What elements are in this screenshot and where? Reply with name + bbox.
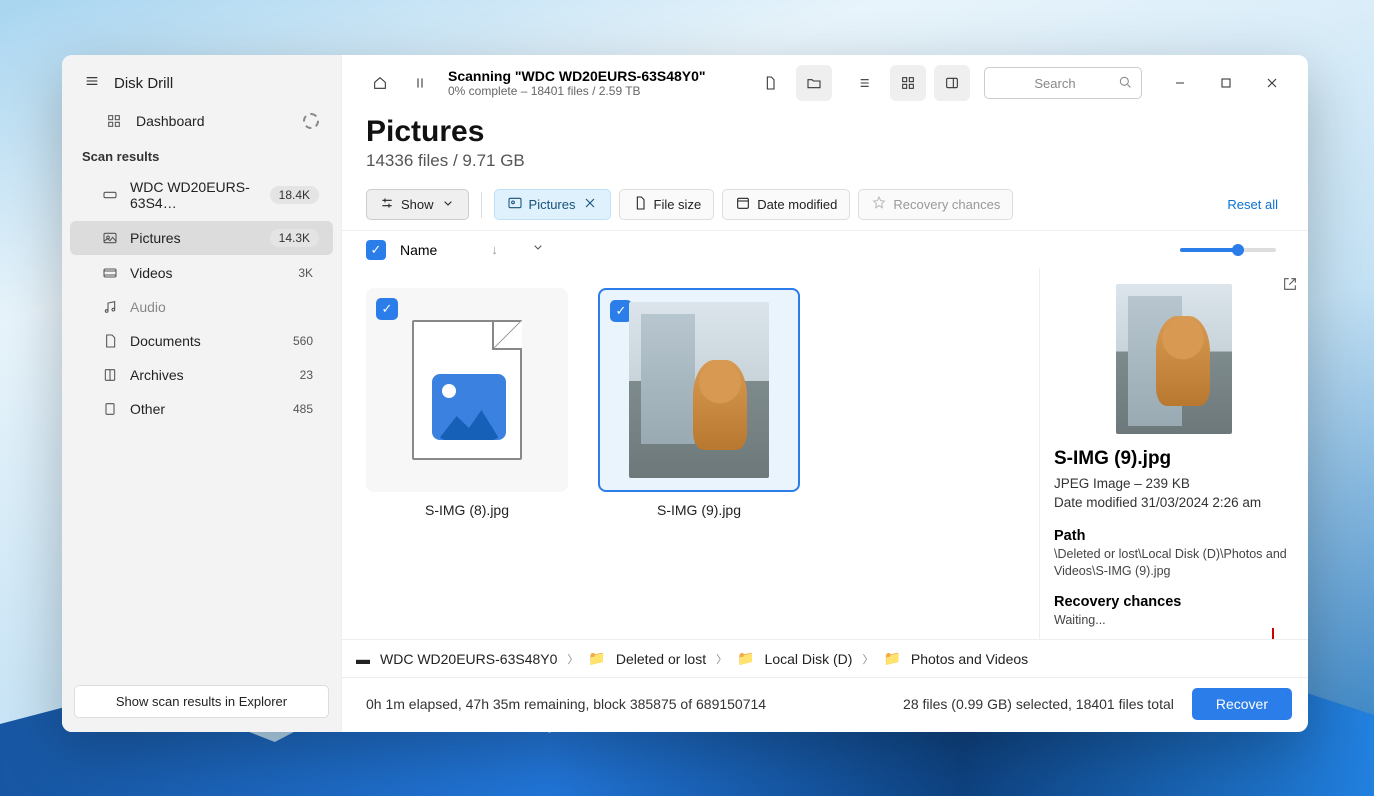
scan-title: Scanning "WDC WD20EURS-63S48Y0" (448, 68, 706, 84)
grid-icon (106, 113, 122, 129)
search-icon (1117, 74, 1133, 93)
status-progress: 0h 1m elapsed, 47h 35m remaining, block … (366, 696, 766, 712)
breadcrumb-root[interactable]: WDC WD20EURS-63S48Y0 (380, 651, 557, 667)
close-icon[interactable] (582, 195, 598, 214)
grid-view-button[interactable] (890, 65, 926, 101)
file-name: S-IMG (9).jpg (657, 502, 741, 518)
toolbar: Scanning "WDC WD20EURS-63S48Y0" 0% compl… (342, 55, 1308, 107)
file-item[interactable]: ✓ S-IMG (8).jpg (366, 288, 568, 518)
other-icon (102, 401, 118, 417)
sidebar-item-documents[interactable]: Documents 560 (70, 325, 333, 357)
details-date: Date modified 31/03/2024 2:26 am (1054, 495, 1294, 510)
details-filename: S-IMG (9).jpg (1054, 448, 1294, 470)
app-window: Disk Drill Dashboard Scan results WDC WD… (62, 55, 1308, 732)
reset-filters-link[interactable]: Reset all (1227, 197, 1284, 212)
file-icon (632, 195, 648, 214)
spinner-icon (303, 113, 319, 129)
folder-icon: 📁 (588, 650, 605, 667)
search-input[interactable]: Search (984, 67, 1142, 99)
app-title-row: Disk Drill (62, 55, 341, 103)
home-button[interactable] (362, 65, 398, 101)
details-rc-value: Waiting... (1054, 612, 1294, 629)
sidebar-item-drive[interactable]: WDC WD20EURS-63S4… 18.4K (70, 171, 333, 219)
archives-icon (102, 367, 118, 383)
datemod-filter-button[interactable]: Date modified (722, 189, 850, 220)
drive-icon (102, 187, 118, 203)
maximize-button[interactable] (1206, 67, 1246, 99)
main-area: Scanning "WDC WD20EURS-63S48Y0" 0% compl… (342, 55, 1308, 732)
pictures-filter-chip[interactable]: Pictures (494, 189, 611, 220)
status-bar: 0h 1m elapsed, 47h 35m remaining, block … (342, 677, 1308, 732)
drive-icon: ▬ (356, 651, 370, 667)
sidebar-item-archives[interactable]: Archives 23 (70, 359, 333, 391)
image-thumbnail (629, 302, 769, 478)
recover-button[interactable]: Recover (1192, 688, 1292, 720)
hamburger-icon[interactable] (84, 73, 100, 93)
checkbox-icon[interactable]: ✓ (376, 298, 398, 320)
details-path: \Deleted or lost\Local Disk (D)\Photos a… (1054, 546, 1294, 580)
documents-icon (102, 333, 118, 349)
annotation-arrow (1272, 628, 1274, 639)
column-header: ✓ Name ↓ (342, 230, 1308, 268)
status-selection: 28 files (0.99 GB) selected, 18401 files… (903, 696, 1174, 712)
scan-subtitle: 0% complete – 18401 files / 2.59 TB (448, 84, 706, 98)
sidebar-item-videos[interactable]: Videos 3K (70, 257, 333, 289)
details-panel: S-IMG (9).jpg JPEG Image – 239 KB Date m… (1040, 268, 1308, 639)
star-icon (871, 195, 887, 214)
audio-icon (102, 299, 118, 315)
sidebar-item-audio[interactable]: Audio (70, 291, 333, 323)
split-view-button[interactable] (934, 65, 970, 101)
page-subtitle: 14336 files / 9.71 GB (366, 151, 1284, 171)
page-title: Pictures (366, 115, 1284, 149)
sidebar-item-pictures[interactable]: Pictures 14.3K (70, 221, 333, 255)
filter-bar: Show Pictures File size Date modified Re… (342, 175, 1308, 230)
sidebar-item-dashboard[interactable]: Dashboard (62, 103, 341, 141)
breadcrumb: ▬ WDC WD20EURS-63S48Y0 〉 📁 Deleted or lo… (342, 639, 1308, 677)
pictures-icon (507, 195, 523, 214)
breadcrumb-item[interactable]: Local Disk (D) (765, 651, 853, 667)
image-placeholder-icon (412, 320, 522, 460)
preview-image (1116, 284, 1232, 434)
breadcrumb-item[interactable]: Deleted or lost (616, 651, 706, 667)
select-all-checkbox[interactable]: ✓ (366, 240, 386, 260)
details-rc-label: Recovery chances (1054, 594, 1294, 610)
app-title: Disk Drill (114, 75, 173, 92)
file-item-selected[interactable]: ✓ S-IMG (9).jpg (598, 288, 800, 518)
calendar-icon (735, 195, 751, 214)
name-column[interactable]: Name (400, 242, 437, 258)
show-in-explorer-button[interactable]: Show scan results in Explorer (74, 685, 329, 718)
chevron-down-icon (440, 195, 456, 214)
sidebar-item-other[interactable]: Other 485 (70, 393, 333, 425)
recovery-filter-button[interactable]: Recovery chances (858, 189, 1013, 220)
details-type: JPEG Image – 239 KB (1054, 476, 1294, 491)
close-button[interactable] (1252, 67, 1292, 99)
folder-icon: 📁 (737, 650, 754, 667)
details-path-label: Path (1054, 528, 1294, 544)
videos-icon (102, 265, 118, 281)
breadcrumb-item[interactable]: Photos and Videos (911, 651, 1028, 667)
show-filter-button[interactable]: Show (366, 189, 469, 220)
filesize-filter-button[interactable]: File size (619, 189, 715, 220)
chevron-down-icon[interactable] (530, 239, 546, 260)
file-name: S-IMG (8).jpg (425, 502, 509, 518)
file-grid: ✓ S-IMG (8).jpg ✓ S-IMG (9).jpg (342, 268, 1040, 639)
sliders-icon (379, 195, 395, 214)
folder-icon: 📁 (883, 650, 900, 667)
popout-icon[interactable] (1282, 276, 1298, 297)
file-view-button[interactable] (752, 65, 788, 101)
pictures-icon (102, 230, 118, 246)
list-view-button[interactable] (846, 65, 882, 101)
pause-button[interactable] (402, 65, 438, 101)
sidebar: Disk Drill Dashboard Scan results WDC WD… (62, 55, 342, 732)
sort-desc-icon: ↓ (491, 242, 498, 257)
minimize-button[interactable] (1160, 67, 1200, 99)
sidebar-section-label: Scan results (62, 141, 341, 170)
thumbnail-size-slider[interactable] (1180, 248, 1276, 252)
folder-view-button[interactable] (796, 65, 832, 101)
